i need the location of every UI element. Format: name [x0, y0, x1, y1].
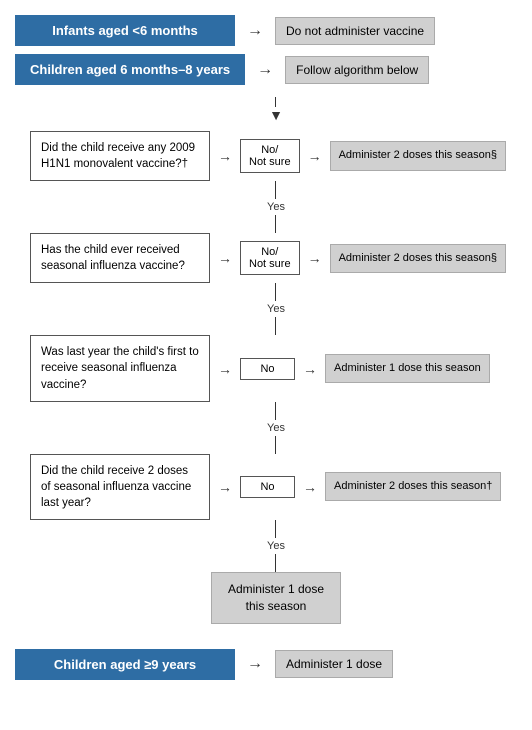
q4-no-label: No: [240, 476, 295, 498]
q1-yes-label: Yes: [267, 201, 285, 213]
children9-row: Children aged ≥9 years → Administer 1 do…: [15, 649, 517, 680]
children9-result: Administer 1 dose: [275, 650, 393, 678]
q1-yes-connector: Yes: [267, 181, 285, 233]
q3-row: Was last year the child's first to recei…: [30, 335, 522, 401]
infants-arrow: →: [235, 22, 275, 40]
children68-arrow: →: [245, 61, 285, 79]
bottom-section: Children aged ≥9 years → Administer 1 do…: [15, 639, 517, 688]
q4-row: Did the child receive 2 doses of seasona…: [30, 454, 522, 520]
q2-no-arrow: →: [210, 250, 240, 266]
q3-yes-connector: Yes: [267, 402, 285, 454]
q3-result-arrow: →: [295, 361, 325, 377]
q1-no-arrow: →: [210, 148, 240, 164]
q2-no-label: No/ Not sure: [240, 241, 300, 275]
q3-yes-label: Yes: [267, 422, 285, 434]
q3-no-arrow: →: [210, 361, 240, 377]
q1-box: Did the child receive any 2009 H1N1 mono…: [30, 131, 210, 181]
q2-box: Has the child ever received seasonal inf…: [30, 233, 210, 283]
q1-row: Did the child receive any 2009 H1N1 mono…: [30, 131, 522, 181]
final-result-box: Administer 1 dose this season: [211, 572, 341, 624]
children9-arrow: →: [235, 655, 275, 673]
q1-result: Administer 2 doses this season§: [330, 141, 506, 170]
q2-result: Administer 2 doses this season§: [330, 244, 506, 273]
q2-yes-connector: Yes: [267, 283, 285, 335]
q4-yes-label: Yes: [267, 540, 285, 552]
flowchart: Infants aged <6 months → Do not administ…: [15, 15, 517, 688]
q3-result: Administer 1 dose this season: [325, 354, 490, 383]
children68-result: Follow algorithm below: [285, 56, 429, 84]
children9-header: Children aged ≥9 years: [15, 649, 235, 680]
infants-header: Infants aged <6 months: [15, 15, 235, 46]
children68-row: Children aged 6 months–8 years → Follow …: [15, 54, 517, 85]
q1-no-label: No/ Not sure: [240, 139, 300, 173]
q4-result-arrow: →: [295, 479, 325, 495]
q1-result-arrow: →: [300, 148, 330, 164]
q4-no-arrow: →: [210, 479, 240, 495]
q3-box: Was last year the child's first to recei…: [30, 335, 210, 401]
q4-result: Administer 2 doses this season†: [325, 472, 501, 501]
infants-result: Do not administer vaccine: [275, 17, 435, 45]
q2-result-arrow: →: [300, 250, 330, 266]
main-flow: Did the child receive any 2009 H1N1 mono…: [15, 131, 517, 624]
children68-header: Children aged 6 months–8 years: [15, 54, 245, 85]
q2-row: Has the child ever received seasonal inf…: [30, 233, 522, 283]
q2-yes-label: Yes: [267, 303, 285, 315]
q3-no-label: No: [240, 358, 295, 380]
q4-yes-connector: Yes: [267, 520, 285, 572]
infants-row: Infants aged <6 months → Do not administ…: [15, 15, 517, 46]
q4-box: Did the child receive 2 doses of seasona…: [30, 454, 210, 520]
